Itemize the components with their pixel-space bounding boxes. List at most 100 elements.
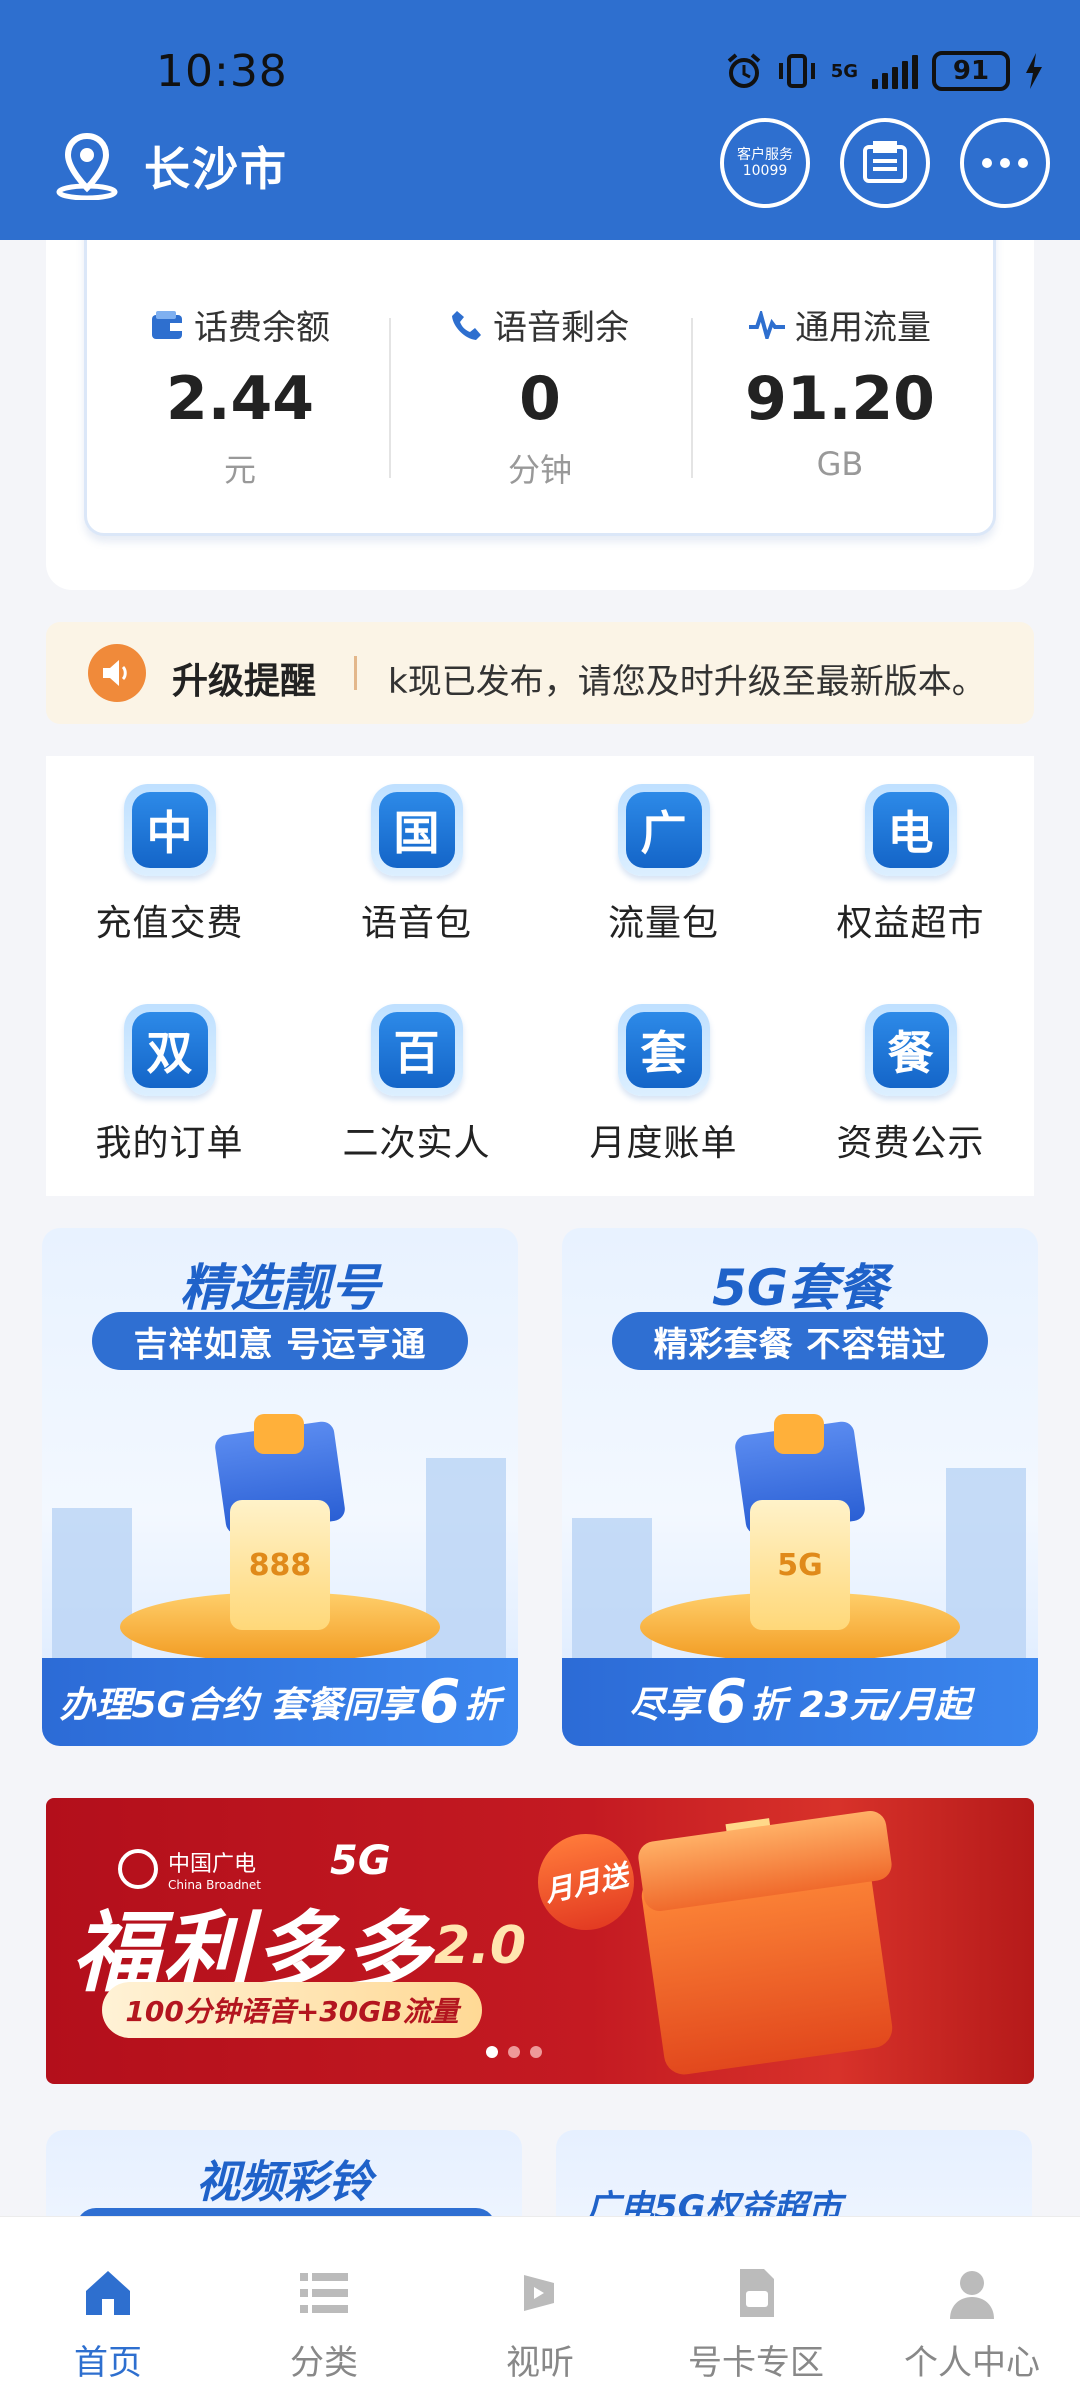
city-selector[interactable]: 长沙市 [144, 133, 288, 199]
balance-fee-value: 2.44 [165, 364, 315, 434]
service-tariff-info[interactable]: 餐资费公示 [787, 976, 1034, 1176]
customer-service-text: 客户服务 [737, 147, 793, 163]
promo-discount: 6 [705, 1667, 747, 1737]
balance-voice-value: 0 [519, 364, 561, 434]
speaker-icon [88, 644, 146, 702]
battery-level: 91 [952, 56, 990, 86]
balance-voice[interactable]: 语音剩余 0 分钟 [390, 300, 690, 491]
bow-illustration [254, 1414, 304, 1454]
wallet-icon [152, 310, 182, 339]
data-pack-icon-glyph: 广 [625, 792, 702, 868]
app-header: 10:38 5G 91 长沙市 客户服务 10099 [0, 0, 1080, 240]
promo-discount: 6 [418, 1667, 461, 1737]
service-data-pack[interactable]: 广流量包 [540, 756, 787, 956]
tab-label: 视听 [506, 2343, 574, 2383]
service-benefits-mall[interactable]: 电权益超市 [787, 756, 1034, 956]
promo-title: 精选靓号 [180, 1259, 380, 1317]
carousel-dot[interactable] [530, 2046, 542, 2058]
promo-bottom-text: 尽享 [629, 1685, 702, 1726]
location-icon[interactable] [52, 130, 122, 200]
recharge-icon-glyph: 中 [131, 792, 208, 868]
status-time: 10:38 [156, 46, 288, 97]
service-recharge[interactable]: 中充值交费 [46, 756, 293, 956]
service-label: 充值交费 [95, 903, 244, 944]
balance-data-value: 91.20 [745, 364, 935, 434]
carousel-dot-active[interactable] [486, 2046, 498, 2058]
sim-card-icon [740, 2269, 774, 2317]
service-voice-pack[interactable]: 国语音包 [293, 756, 540, 956]
promo-bottom-text: 办理5G合约 套餐同享 [59, 1685, 415, 1726]
service-label: 月度账单 [589, 1123, 738, 1164]
reverify-icon: 百 [370, 1004, 463, 1096]
tab-profile[interactable]: 个人中心 [864, 2217, 1080, 2400]
tab-label: 号卡专区 [688, 2343, 824, 2383]
balance-fee-label: 话费余额 [194, 308, 330, 348]
tab-category[interactable]: 分类 [216, 2217, 432, 2400]
banner-subtitle: 100分钟语音+30GB流量 [102, 1982, 482, 2038]
service-label: 流量包 [607, 903, 719, 944]
service-label: 权益超市 [836, 903, 985, 944]
signal-icon [872, 53, 918, 89]
city-illustration [572, 1518, 652, 1658]
service-label: 资费公示 [836, 1123, 985, 1164]
reverify-icon-glyph: 百 [378, 1012, 455, 1088]
service-reverify[interactable]: 百二次实人 [293, 976, 540, 1176]
benefits-mall-icon: 电 [864, 784, 957, 876]
balance-data-label: 通用流量 [795, 308, 931, 348]
tab-label: 首页 [74, 2343, 142, 2383]
balance-data-unit: GB [816, 445, 864, 483]
balance-fee[interactable]: 话费余额 2.44 元 [90, 300, 390, 491]
promo-badge: 吉祥如意 号运亨通 [92, 1312, 468, 1370]
balance-fee-unit: 元 [223, 451, 256, 489]
service-monthly-bill[interactable]: 套月度账单 [540, 976, 787, 1176]
carousel-dot[interactable] [508, 2046, 520, 2058]
phone-icon [452, 310, 481, 340]
notice-divider [354, 656, 357, 690]
promo-bottom-suffix: 折 [464, 1685, 501, 1726]
tab-home[interactable]: 首页 [0, 2217, 216, 2400]
charging-icon [1026, 53, 1042, 89]
benefits-mall-icon-glyph: 电 [872, 792, 949, 868]
orders-icon-glyph: 双 [131, 1012, 208, 1088]
message-button[interactable] [840, 118, 930, 208]
balance-data[interactable]: 通用流量 91.20 GB [690, 300, 990, 483]
orders-icon: 双 [123, 1004, 216, 1096]
bow-illustration [774, 1414, 824, 1454]
customer-service-button[interactable]: 客户服务 10099 [720, 118, 810, 208]
service-label: 语音包 [360, 903, 472, 944]
data-pack-icon: 广 [617, 784, 710, 876]
service-my-orders[interactable]: 双我的订单 [46, 976, 293, 1176]
promo-card-5g-plan[interactable]: 5G套餐 精彩套餐 不容错过 5G 尽享 6 折 23元/月起 [562, 1228, 1038, 1746]
ticket-icon [863, 141, 907, 183]
promo-badge: 精彩套餐 不容错过 [612, 1312, 988, 1370]
tab-label: 分类 [290, 2343, 358, 2383]
voice-pack-icon: 国 [370, 784, 463, 876]
recharge-icon: 中 [123, 784, 216, 876]
status-icons: 5G 91 [725, 48, 1044, 94]
user-icon [950, 2271, 994, 2319]
promo-bottom-banner: 尽享 6 折 23元/月起 [562, 1658, 1038, 1746]
home-icon [86, 2271, 130, 2315]
city-illustration [52, 1508, 132, 1658]
tab-media[interactable]: 视听 [432, 2217, 648, 2400]
customer-service-number: 10099 [742, 163, 788, 179]
promo-card-numbers[interactable]: 精选靓号 吉祥如意 号运亨通 888 办理5G合约 套餐同享 6 折 [42, 1228, 518, 1746]
tab-label: 个人中心 [904, 2343, 1040, 2383]
balance-voice-label: 语音剩余 [493, 308, 629, 348]
service-label: 我的订单 [95, 1123, 244, 1164]
bottom-tab-bar: 首页 分类 视听 号卡专区 个人中心 [0, 2216, 1080, 2400]
banner-version: 2.0 [434, 1916, 527, 1976]
notice-title: 升级提醒 [172, 661, 317, 702]
voice-pack-icon-glyph: 国 [378, 792, 455, 868]
brand-name: 中国广电 [168, 1852, 257, 1877]
service-grid: 中充值交费 国语音包 广流量包 电权益超市 双我的订单 百二次实人 套月度账单 … [46, 756, 1034, 1196]
bill-icon-glyph: 套 [625, 1012, 702, 1088]
promo-title: 5G套餐 [712, 1259, 888, 1317]
customer-service-label: 客户服务 10099 [737, 147, 793, 179]
tariff-icon: 餐 [864, 1004, 957, 1096]
more-button[interactable] [960, 118, 1050, 208]
tariff-icon-glyph: 餐 [872, 1012, 949, 1088]
tab-sim-zone[interactable]: 号卡专区 [648, 2217, 864, 2400]
bill-icon: 套 [617, 1004, 710, 1096]
list-icon [300, 2273, 348, 2313]
